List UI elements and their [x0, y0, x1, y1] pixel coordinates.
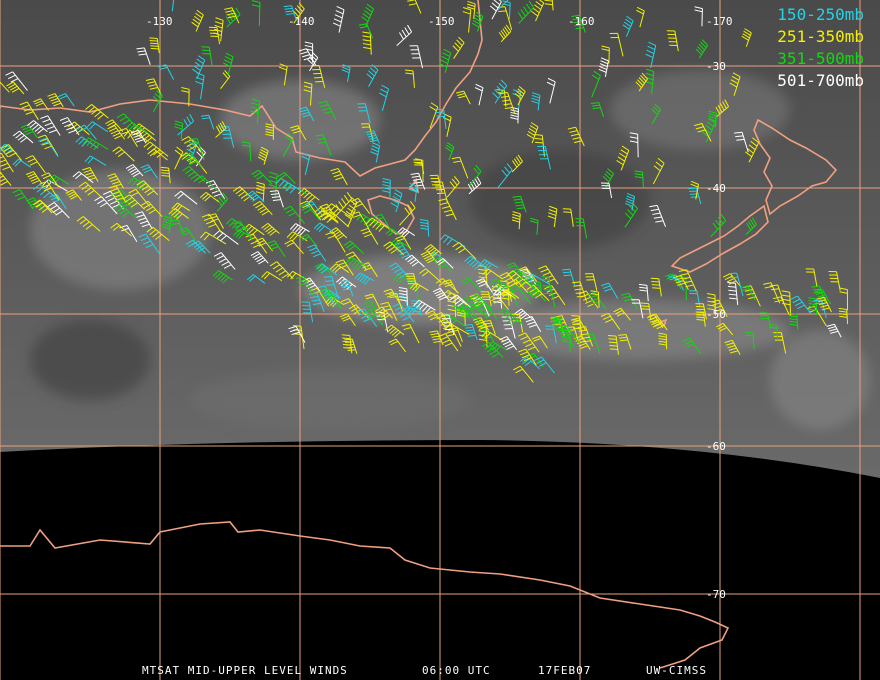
legend-501-700mb: 501-700mb — [777, 71, 864, 90]
legend-351-500mb: 351-500mb — [777, 49, 864, 68]
footer-bar: MTSAT MID-UPPER LEVEL WINDS 06:00 UTC 17… — [0, 664, 880, 678]
footer-source: UW-CIMSS — [646, 664, 707, 677]
longitude-label: -150 — [428, 15, 455, 28]
footer-time: 06:00 UTC — [422, 664, 491, 677]
latitude-label: -60 — [706, 440, 726, 453]
legend-150-250mb: 150-250mb — [777, 5, 864, 24]
pressure-legend: 150-250mb 251-350mb 351-500mb 501-700mb — [777, 4, 864, 92]
latitude-label: -70 — [706, 588, 726, 601]
satellite-map: -130 -140 -150 -160 -170 -30 -40 -50 -60 -70 — [0, 0, 880, 680]
latitude-label: -30 — [706, 60, 726, 73]
longitude-label: -140 — [288, 15, 315, 28]
latitude-label: -40 — [706, 182, 726, 195]
longitude-label: -130 — [146, 15, 173, 28]
longitude-label: -160 — [568, 15, 595, 28]
longitude-label: -170 — [706, 15, 733, 28]
footer-date: 17FEB07 — [538, 664, 592, 677]
footer-title: MTSAT MID-UPPER LEVEL WINDS — [142, 664, 348, 677]
latitude-label: -50 — [706, 308, 726, 321]
legend-251-350mb: 251-350mb — [777, 27, 864, 46]
